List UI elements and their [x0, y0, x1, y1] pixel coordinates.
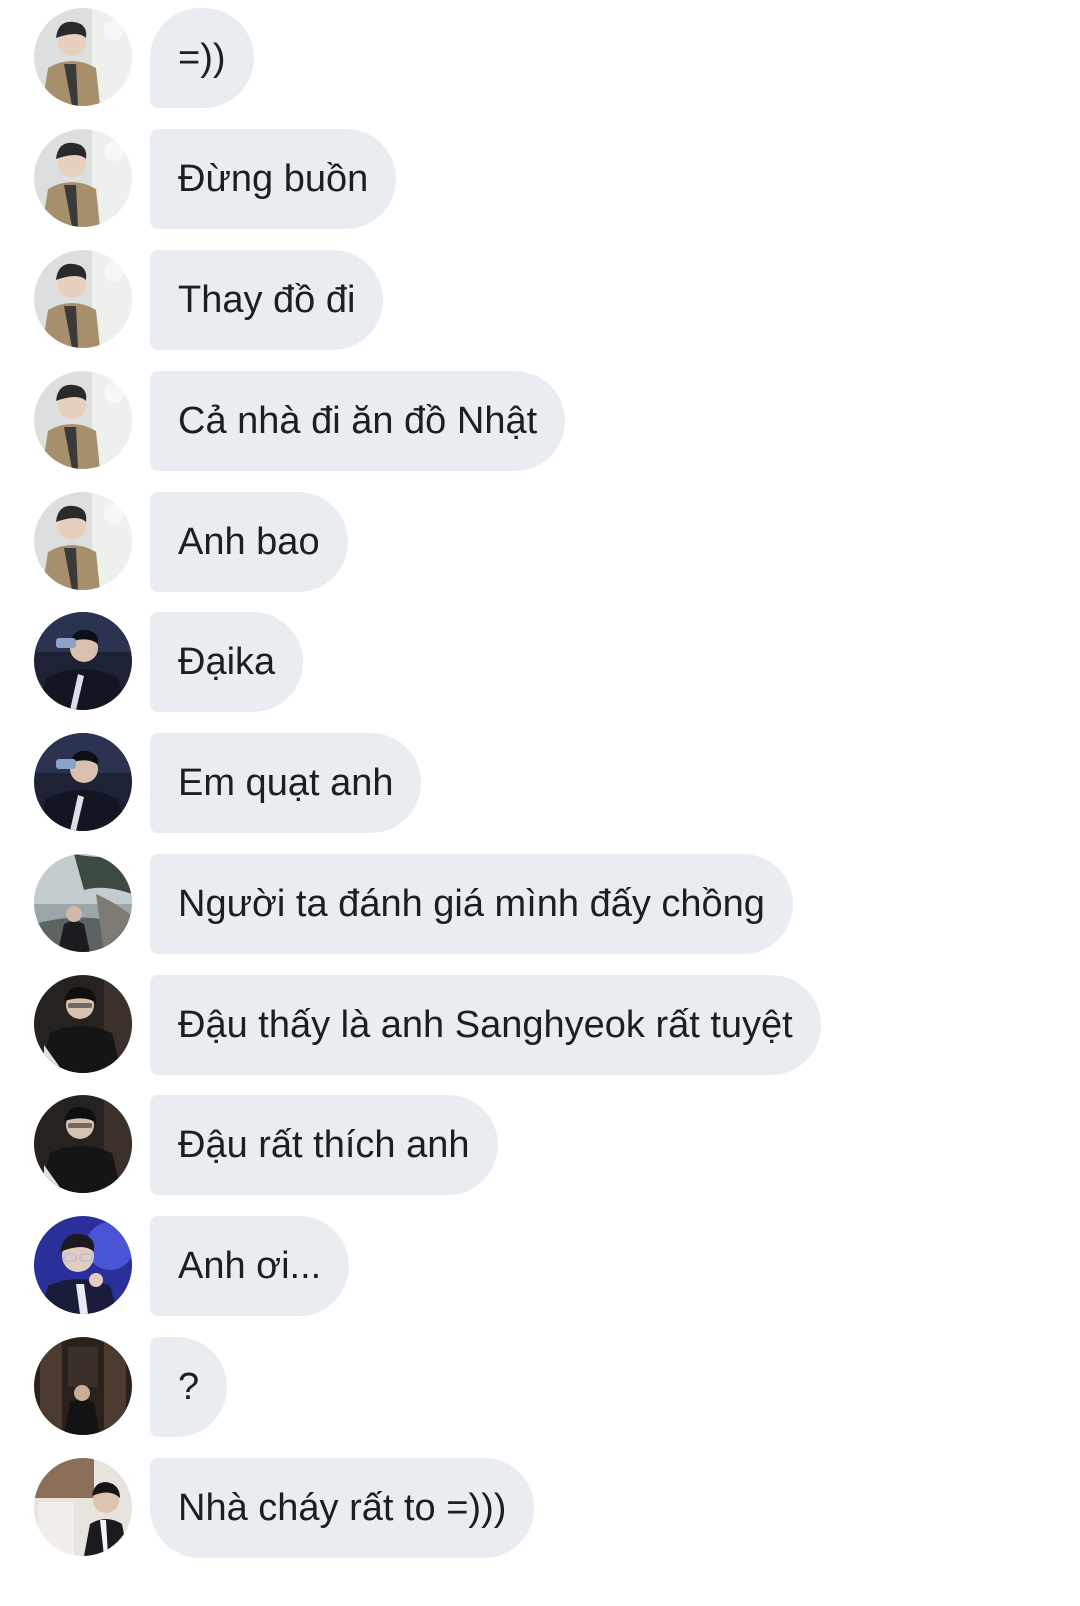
avatar-navy-drinking[interactable]	[34, 612, 132, 710]
avatar-beige-suit[interactable]	[34, 8, 132, 106]
avatar-outdoor-tree[interactable]	[34, 854, 132, 952]
avatar-dark-room[interactable]	[34, 1337, 132, 1435]
profile-photo-icon	[34, 612, 132, 710]
profile-photo-icon	[34, 854, 132, 952]
avatar-beige-suit[interactable]	[34, 129, 132, 227]
avatar-beige-suit[interactable]	[34, 250, 132, 348]
message-bubble[interactable]: Anh bao	[150, 492, 348, 592]
message-bubble[interactable]: Em quạt anh	[150, 733, 422, 833]
profile-photo-icon	[34, 371, 132, 469]
avatar-navy-drinking[interactable]	[34, 733, 132, 831]
profile-photo-icon	[34, 8, 132, 106]
message-bubble[interactable]: Đậu thấy là anh Sanghyeok rất tuyệt	[150, 975, 821, 1075]
avatar-beige-suit[interactable]	[34, 371, 132, 469]
profile-photo-icon	[34, 975, 132, 1073]
message-row: Người ta đánh giá mình đấy chồng	[0, 854, 1080, 954]
message-bubble[interactable]: =))	[150, 8, 254, 108]
message-bubble[interactable]: Đậu rất thích anh	[150, 1095, 498, 1195]
profile-photo-icon	[34, 250, 132, 348]
profile-photo-icon	[34, 1337, 132, 1435]
avatar-blue-glasses[interactable]	[34, 1216, 132, 1314]
chat-thread: =)) Đừng buồn Thay đồ đi Cả nhà đi ăn đồ…	[0, 0, 1080, 1606]
message-row: =))	[0, 8, 1080, 108]
message-bubble[interactable]: ?	[150, 1337, 228, 1437]
message-bubble[interactable]: Đừng buồn	[150, 129, 397, 229]
profile-photo-icon	[34, 1216, 132, 1314]
message-row: Đậu rất thích anh	[0, 1095, 1080, 1195]
avatar-dark-jacket[interactable]	[34, 1095, 132, 1193]
message-row: ?	[0, 1337, 1080, 1437]
message-bubble[interactable]: Thay đồ đi	[150, 250, 384, 350]
message-row: Nhà cháy rất to =)))	[0, 1458, 1080, 1558]
profile-photo-icon	[34, 129, 132, 227]
message-row: Em quạt anh	[0, 733, 1080, 833]
message-bubble[interactable]: Nhà cháy rất to =)))	[150, 1458, 535, 1558]
message-bubble[interactable]: Người ta đánh giá mình đấy chồng	[150, 854, 793, 954]
message-row: Anh bao	[0, 492, 1080, 592]
avatar-dark-jacket[interactable]	[34, 975, 132, 1073]
message-bubble[interactable]: Anh ơi...	[150, 1216, 350, 1316]
message-row: Thay đồ đi	[0, 250, 1080, 350]
avatar-beige-suit[interactable]	[34, 492, 132, 590]
profile-photo-icon	[34, 492, 132, 590]
message-bubble[interactable]: Đạika	[150, 612, 304, 712]
message-row: Anh ơi...	[0, 1216, 1080, 1316]
profile-photo-icon	[34, 733, 132, 831]
message-row: Cả nhà đi ăn đồ Nhật	[0, 371, 1080, 471]
profile-photo-icon	[34, 1458, 132, 1556]
profile-photo-icon	[34, 1095, 132, 1193]
avatar-light-room[interactable]	[34, 1458, 132, 1556]
message-row: Đạika	[0, 612, 1080, 712]
message-bubble[interactable]: Cả nhà đi ăn đồ Nhật	[150, 371, 566, 471]
message-row: Đừng buồn	[0, 129, 1080, 229]
message-row: Đậu thấy là anh Sanghyeok rất tuyệt	[0, 975, 1080, 1075]
